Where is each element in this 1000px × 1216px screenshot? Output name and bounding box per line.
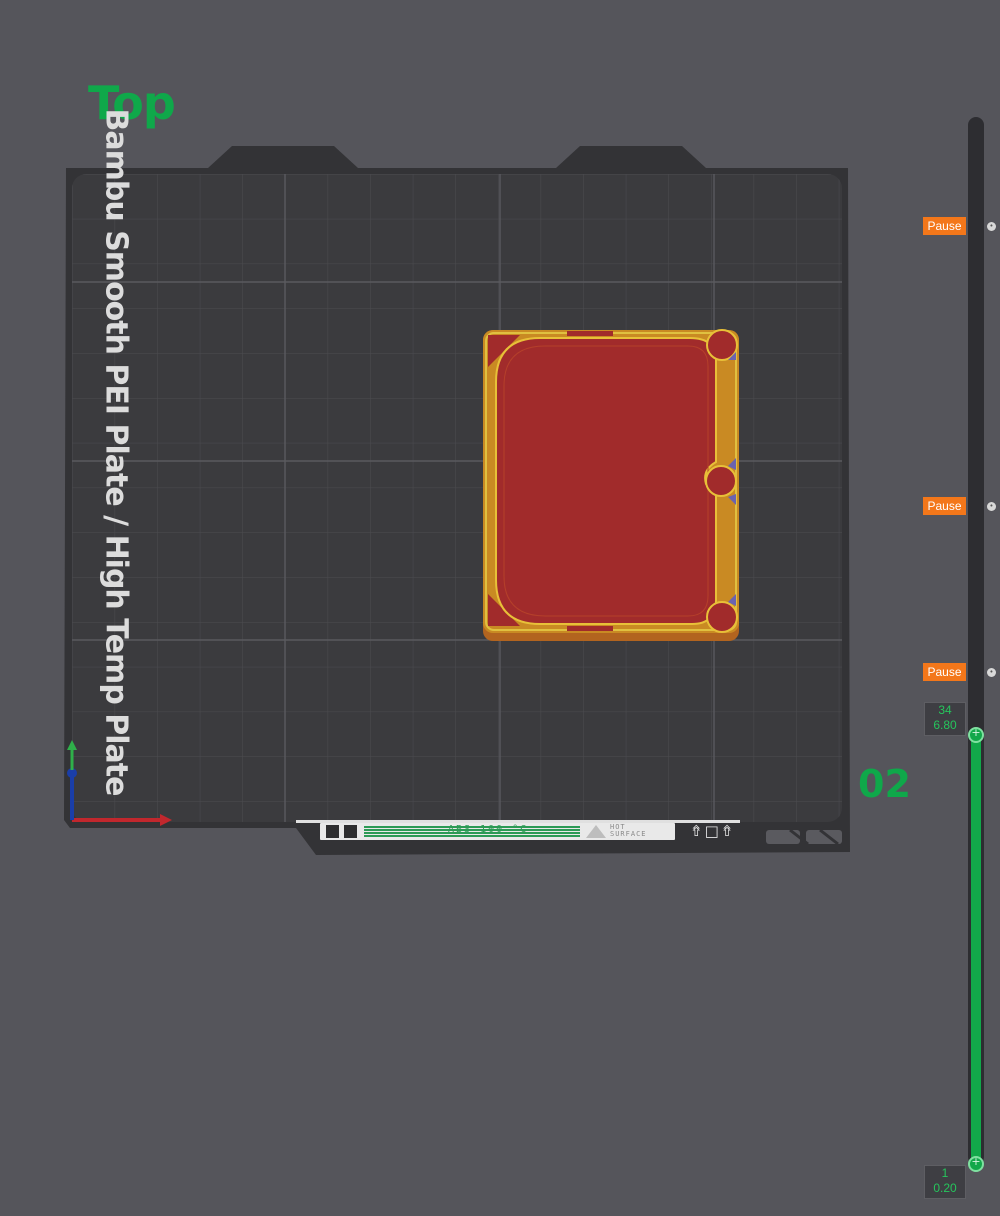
top-layer-handle[interactable]	[968, 726, 984, 743]
plate-number: 02	[858, 762, 911, 806]
top-layer-readout: 34 6.80	[924, 702, 966, 736]
hot-surface-label: HOT SURFACE	[610, 824, 670, 838]
pause-dot-icon[interactable]: •	[987, 222, 996, 231]
bottom-layer-handle[interactable]	[968, 1155, 984, 1172]
build-plate-scene	[64, 146, 850, 855]
top-layer-number: 34	[938, 703, 952, 717]
bottom-layer-readout: 1 0.20	[924, 1165, 966, 1199]
pause-marker-1[interactable]: Pause	[923, 217, 966, 235]
pause-dot-icon[interactable]: •	[987, 668, 996, 677]
warning-icon	[586, 825, 606, 838]
plate-type-label: Bambu Smooth PEI Plate / High Temp Plate	[98, 108, 134, 796]
pause-marker-2[interactable]: Pause	[923, 497, 966, 515]
hot-surface-line2: SURFACE	[610, 830, 647, 838]
plate-material-text: ABS 100 °C	[448, 824, 529, 835]
pause-dot-icon[interactable]: •	[987, 502, 996, 511]
pause-marker-3[interactable]: Pause	[923, 663, 966, 681]
bottom-layer-number: 1	[941, 1166, 949, 1180]
bottom-layer-height: 0.20	[933, 1181, 957, 1195]
plate-label-strip: ABS 100 °C HOT SURFACE	[320, 823, 675, 840]
layer-slider-range	[971, 735, 981, 1165]
plate-orientation-icons: ⇮□⇮	[690, 822, 736, 840]
qr-icon	[326, 825, 339, 838]
qr-icon-2	[344, 825, 357, 838]
top-layer-height: 6.80	[933, 718, 957, 732]
model-preview	[483, 329, 739, 641]
